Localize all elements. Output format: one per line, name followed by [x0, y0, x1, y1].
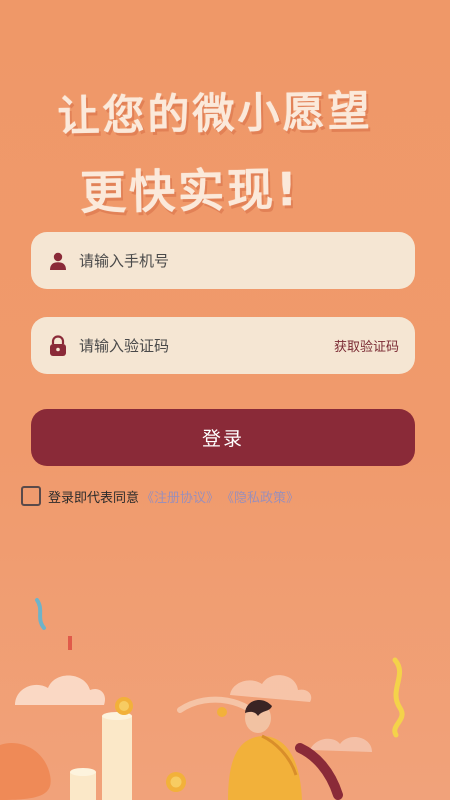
login-screen: 让您的微小愿望 更快实现! 获取验证码 登录 登录即代表同意 《注册协议》 《隐… — [0, 0, 450, 800]
decorative-illustration — [0, 598, 405, 800]
code-field[interactable]: 获取验证码 — [31, 317, 415, 374]
phone-field[interactable] — [31, 232, 415, 289]
slogan-line-1: 让您的微小愿望 — [57, 86, 373, 141]
agreement-row: 登录即代表同意 《注册协议》 《隐私政策》 — [21, 486, 299, 506]
slogan-line-2: 更快实现! — [79, 162, 301, 220]
hero-slogan: 让您的微小愿望 更快实现! — [0, 80, 450, 221]
agree-checkbox[interactable] — [21, 486, 41, 506]
user-icon — [47, 250, 69, 272]
login-button[interactable]: 登录 — [31, 409, 415, 466]
get-code-button[interactable]: 获取验证码 — [334, 336, 399, 355]
lock-icon — [47, 334, 69, 357]
phone-input[interactable] — [79, 251, 399, 270]
register-agreement-link[interactable]: 《注册协议》 — [141, 487, 219, 506]
privacy-policy-link[interactable]: 《隐私政策》 — [221, 487, 299, 506]
code-input[interactable] — [79, 336, 334, 355]
agreement-text: 登录即代表同意 — [48, 490, 140, 506]
